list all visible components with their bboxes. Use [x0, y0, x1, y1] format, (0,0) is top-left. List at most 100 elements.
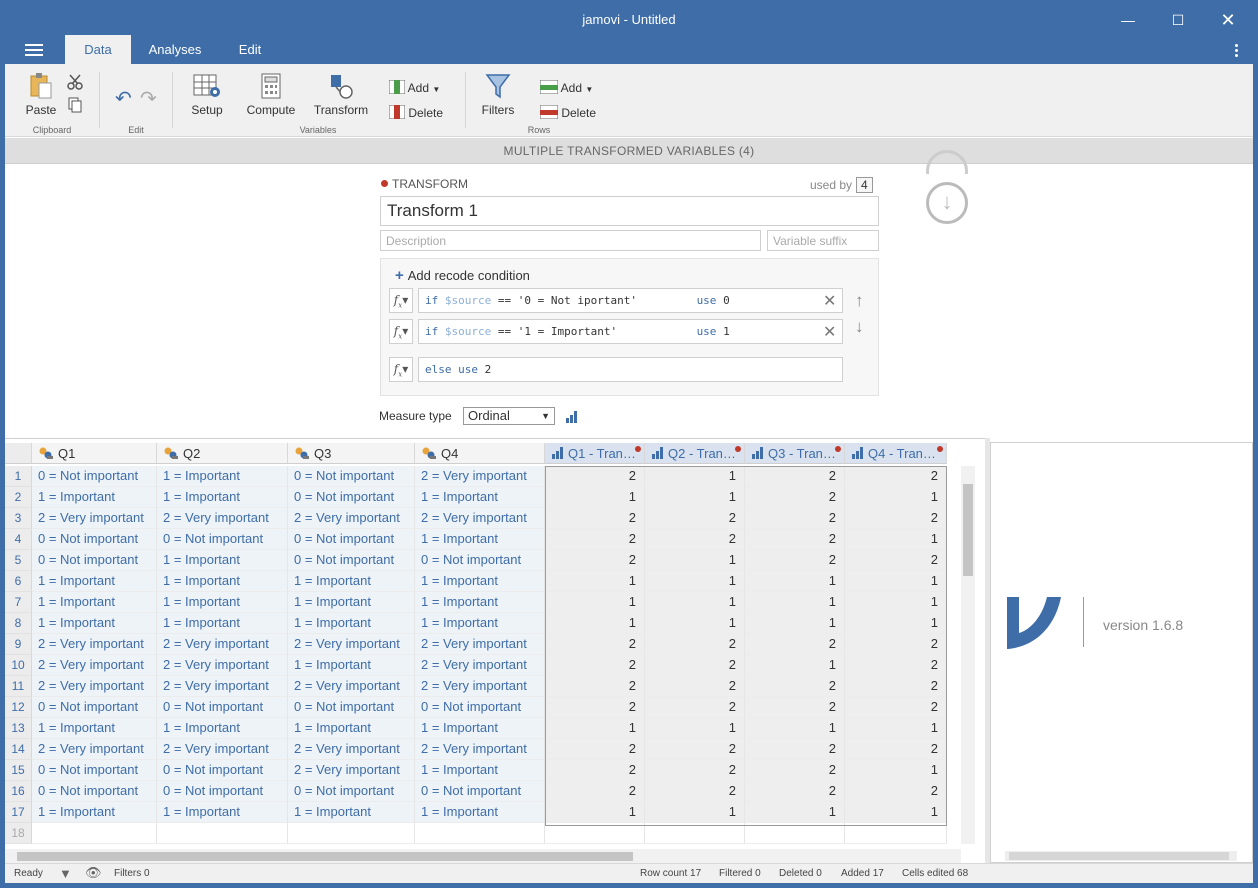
table-cell[interactable]: 1 = Important — [288, 592, 415, 613]
table-cell[interactable]: 2 = Very important — [32, 655, 157, 676]
table-cell[interactable]: 2 = Very important — [157, 634, 288, 655]
table-cell[interactable]: 2 — [545, 697, 645, 718]
table-cell[interactable]: 1 — [645, 466, 745, 487]
else-condition[interactable]: else use 2 — [418, 357, 843, 382]
table-cell[interactable]: 1 = Important — [415, 529, 545, 550]
table-cell[interactable]: 2 — [845, 655, 947, 676]
table-cell[interactable] — [288, 823, 415, 844]
table-cell[interactable]: 2 — [745, 760, 845, 781]
table-cell[interactable]: 1 — [745, 718, 845, 739]
table-cell[interactable]: 1 — [845, 760, 947, 781]
table-cell[interactable]: 1 = Important — [415, 592, 545, 613]
more-options-icon[interactable] — [1235, 44, 1239, 59]
table-cell[interactable] — [32, 823, 157, 844]
row-number[interactable]: 12 — [5, 697, 32, 718]
column-header[interactable]: Q3 — [288, 443, 415, 464]
tab-data[interactable]: Data — [65, 35, 131, 64]
maximize-button[interactable]: ☐ — [1153, 5, 1203, 35]
minimize-button[interactable]: — — [1103, 5, 1153, 35]
row-number[interactable]: 13 — [5, 718, 32, 739]
close-button[interactable]: ✕ — [1203, 5, 1253, 35]
table-cell[interactable]: 0 = Not important — [288, 529, 415, 550]
table-cell[interactable]: 2 — [545, 529, 645, 550]
table-cell[interactable]: 1 = Important — [415, 487, 545, 508]
table-cell[interactable]: 0 = Not important — [157, 760, 288, 781]
remove-condition-icon[interactable]: ✕ — [823, 294, 837, 310]
table-cell[interactable]: 2 = Very important — [32, 739, 157, 760]
column-header[interactable]: Q2 - Tran… — [645, 443, 745, 464]
table-cell[interactable]: 1 = Important — [157, 487, 288, 508]
table-cell[interactable]: 1 — [845, 487, 947, 508]
table-cell[interactable] — [415, 823, 545, 844]
cut-icon[interactable] — [67, 74, 83, 90]
scrollbar-thumb[interactable] — [963, 484, 973, 576]
vertical-scrollbar[interactable] — [961, 466, 975, 844]
table-cell[interactable]: 0 = Not important — [32, 466, 157, 487]
table-cell[interactable]: 0 = Not important — [288, 466, 415, 487]
row-number[interactable]: 9 — [5, 634, 32, 655]
row-number[interactable]: 18 — [5, 823, 32, 844]
table-cell[interactable]: 1 = Important — [415, 760, 545, 781]
table-cell[interactable]: 1 = Important — [415, 802, 545, 823]
function-icon[interactable]: fx▾ — [389, 288, 413, 313]
table-cell[interactable]: 2 — [845, 739, 947, 760]
table-cell[interactable]: 2 — [745, 676, 845, 697]
table-cell[interactable]: 2 = Very important — [415, 739, 545, 760]
row-number[interactable]: 2 — [5, 487, 32, 508]
table-cell[interactable]: 1 = Important — [288, 655, 415, 676]
table-cell[interactable]: 0 = Not important — [288, 697, 415, 718]
paste-button[interactable]: Paste — [23, 72, 59, 117]
table-cell[interactable]: 1 = Important — [157, 550, 288, 571]
table-cell[interactable]: 1 = Important — [288, 571, 415, 592]
table-cell[interactable]: 1 — [845, 529, 947, 550]
table-cell[interactable]: 2 — [645, 760, 745, 781]
table-cell[interactable]: 2 = Very important — [415, 634, 545, 655]
measure-type-select[interactable]: Ordinal ▼ — [463, 407, 555, 425]
setup-button[interactable]: Setup — [187, 72, 227, 117]
menu-icon[interactable] — [25, 44, 43, 56]
table-cell[interactable]: 0 = Not important — [32, 550, 157, 571]
previous-transform-icon[interactable] — [926, 150, 968, 174]
variable-suffix-input[interactable]: Variable suffix — [767, 230, 879, 251]
table-cell[interactable]: 2 — [645, 508, 745, 529]
table-cell[interactable]: 2 = Very important — [288, 760, 415, 781]
table-cell[interactable]: 1 = Important — [157, 571, 288, 592]
table-cell[interactable]: 0 = Not important — [415, 781, 545, 802]
table-cell[interactable]: 2 — [745, 634, 845, 655]
table-cell[interactable]: 1 = Important — [32, 718, 157, 739]
results-horizontal-scrollbar[interactable] — [1005, 851, 1237, 861]
table-cell[interactable]: 2 = Very important — [288, 634, 415, 655]
table-cell[interactable]: 1 = Important — [32, 592, 157, 613]
table-cell[interactable]: 2 = Very important — [415, 655, 545, 676]
scrollbar-thumb[interactable] — [1009, 852, 1229, 860]
table-cell[interactable]: 2 — [745, 508, 845, 529]
table-cell[interactable]: 1 = Important — [157, 466, 288, 487]
table-cell[interactable]: 1 — [645, 571, 745, 592]
table-cell[interactable]: 0 = Not important — [415, 550, 545, 571]
table-cell[interactable]: 1 — [645, 613, 745, 634]
table-cell[interactable]: 1 = Important — [288, 802, 415, 823]
recode-condition-2[interactable]: if $source == '1 = Important' use 1 — [418, 319, 843, 344]
table-cell[interactable]: 0 = Not important — [288, 487, 415, 508]
table-cell[interactable]: 2 — [545, 655, 645, 676]
used-by-count[interactable]: 4 — [856, 177, 873, 193]
table-cell[interactable]: 1 — [745, 655, 845, 676]
eye-icon[interactable]: 👁 — [85, 865, 102, 881]
table-cell[interactable]: 2 — [545, 739, 645, 760]
table-cell[interactable]: 2 — [545, 550, 645, 571]
column-header[interactable]: Q3 - Tran… — [745, 443, 845, 464]
table-cell[interactable]: 2 — [645, 529, 745, 550]
table-cell[interactable]: 2 — [845, 676, 947, 697]
table-cell[interactable]: 1 = Important — [415, 613, 545, 634]
table-cell[interactable]: 0 = Not important — [415, 697, 545, 718]
table-cell[interactable]: 1 = Important — [157, 613, 288, 634]
copy-icon[interactable] — [67, 97, 83, 113]
table-cell[interactable] — [645, 823, 745, 844]
table-cell[interactable]: 0 = Not important — [32, 529, 157, 550]
table-cell[interactable]: 2 = Very important — [157, 508, 288, 529]
row-number[interactable]: 6 — [5, 571, 32, 592]
table-cell[interactable]: 1 = Important — [32, 802, 157, 823]
table-cell[interactable]: 2 — [745, 466, 845, 487]
scrollbar-thumb[interactable] — [17, 852, 633, 861]
table-cell[interactable]: 2 = Very important — [32, 508, 157, 529]
